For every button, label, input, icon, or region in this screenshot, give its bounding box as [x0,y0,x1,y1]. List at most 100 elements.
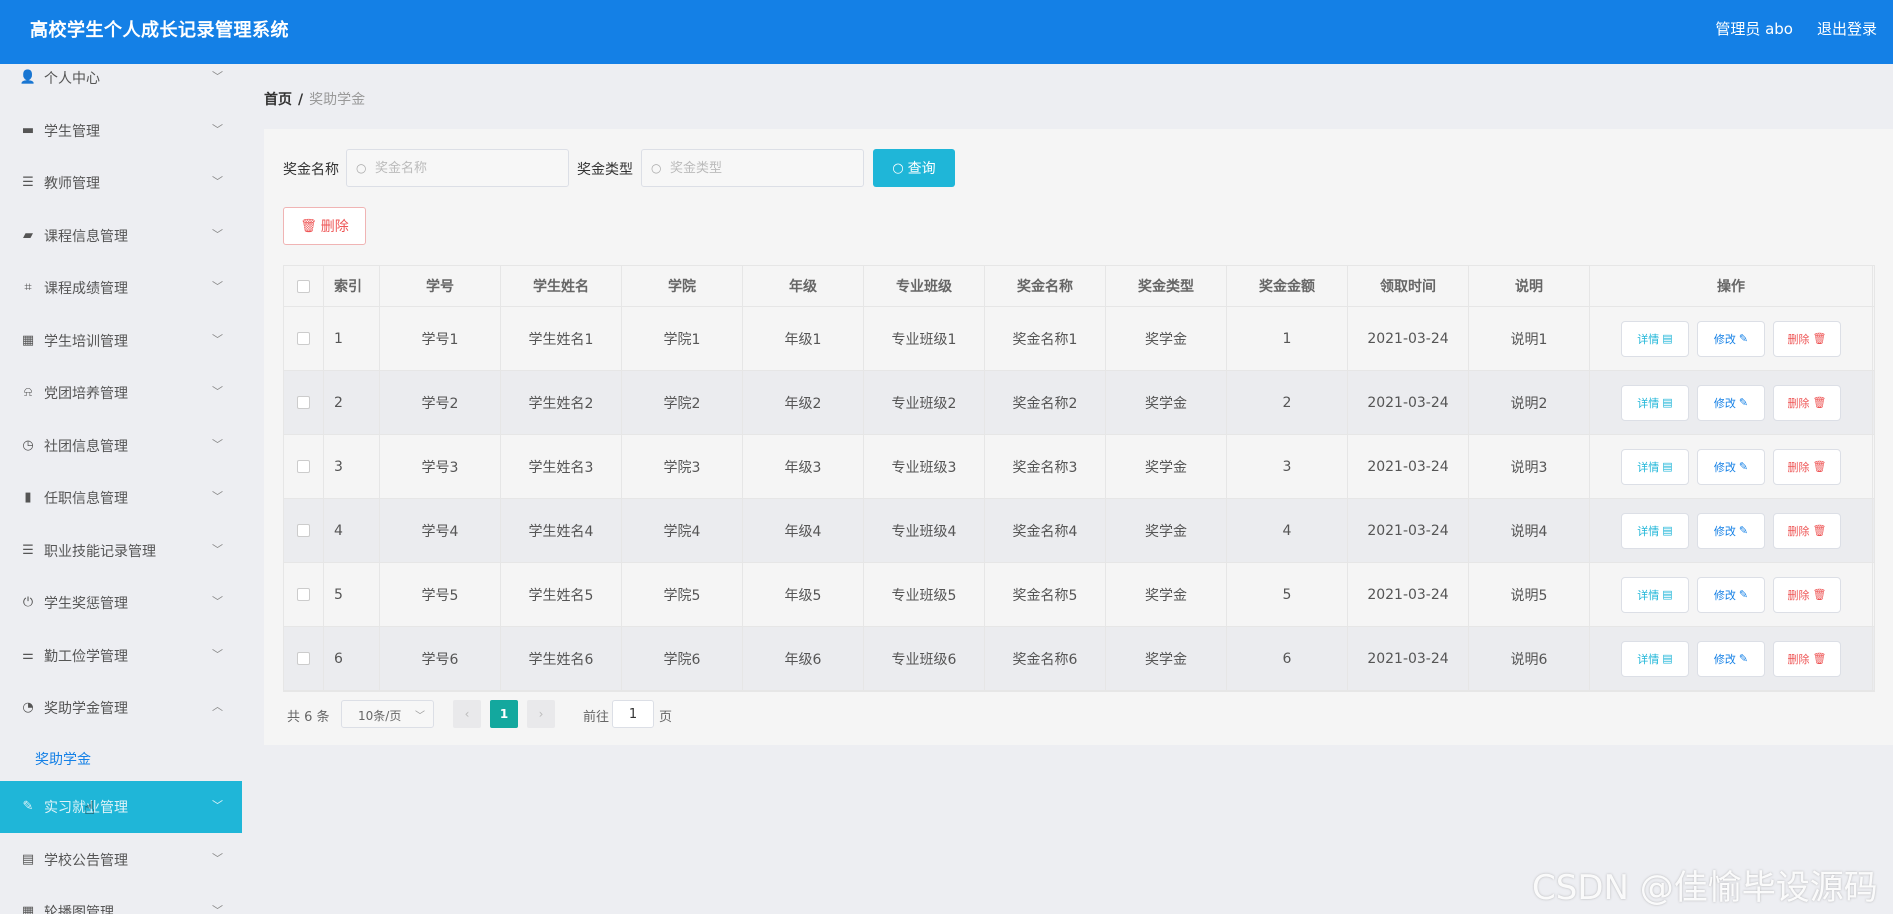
edit-button[interactable]: 修改 ✎ [1697,640,1765,677]
sidebar-item[interactable]: ▦ 轮播图管理 ﹀ [0,886,242,914]
sidebar-item-label: 勤工俭学管理 [44,649,128,665]
table-cell: 说明2 [1510,395,1548,412]
row-checkbox[interactable] [297,460,310,473]
detail-button[interactable]: 详情 ▤ [1621,512,1689,549]
document-icon: ▤ [1662,396,1673,409]
bonus-type-field[interactable]: ○ [641,149,864,187]
sidebar-item[interactable]: ⚌ 勤工俭学管理 ﹀ [0,630,242,682]
sidebar-item[interactable]: ◔ 奖助学金管理 ︿ [0,682,242,734]
table-cell: 年级1 [784,331,822,348]
batch-delete-label: 删除 [320,219,349,235]
sidebar-subitem-scholarship[interactable]: 奖助学金 [0,735,242,781]
delete-button[interactable]: 删除 🗑 [1773,384,1841,421]
table-cell: 专业班级5 [891,587,957,604]
column-header: 索引 [334,279,362,295]
detail-button[interactable]: 详情 ▤ [1621,576,1689,613]
trash-icon: 🗑 [1812,396,1827,409]
wallet-icon: ▤ [21,851,35,867]
table-cell: 年级2 [784,395,822,412]
logout-link[interactable]: 退出登录 [1817,18,1877,39]
page-size-select[interactable]: 10条/页 ﹀ [341,700,434,728]
watermark: CSDN @佳愉毕设源码 [1532,868,1878,908]
table-cell: 1 [1282,330,1292,347]
sidebar-item[interactable]: ▮ 任职信息管理 ﹀ [0,472,242,524]
table-cell: 3 [334,458,343,475]
query-button-label: 查询 [907,161,936,177]
sidebar-item[interactable]: ☰ 教师管理 ﹀ [0,157,242,209]
detail-button[interactable]: 详情 ▤ [1621,448,1689,485]
delete-label: 删除 [1787,396,1810,410]
edit-button[interactable]: 修改 ✎ [1697,448,1765,485]
table-cell: 学号1 [421,331,459,348]
table-cell: 2 [1282,394,1292,411]
detail-label: 详情 [1637,588,1660,602]
page-1-button[interactable]: 1 [490,700,518,728]
edit-button[interactable]: 修改 ✎ [1697,576,1765,613]
table-cell: 学院3 [663,459,701,476]
delete-button[interactable]: 删除 🗑 [1773,640,1841,677]
table-cell: 2021-03-24 [1367,586,1449,603]
sidebar-item[interactable]: ▰ 课程信息管理 ﹀ [0,210,242,262]
detail-button[interactable]: 详情 ▤ [1621,640,1689,677]
table-cell: 学院2 [663,395,701,412]
bonus-name-input[interactable] [375,158,555,178]
table-cell: 学院1 [663,331,701,348]
pencil-icon: ✎ [1738,652,1749,665]
query-button[interactable]: ○ 查询 [873,149,955,187]
table-cell: 学号4 [421,523,459,540]
sidebar-item[interactable]: ▤ 学校公告管理 ﹀ [0,834,242,886]
prev-page-button[interactable]: ‹ [453,700,481,728]
row-checkbox[interactable] [297,524,310,537]
edit-button[interactable]: 修改 ✎ [1697,320,1765,357]
trash-icon: 🗑 [1812,588,1827,601]
chevron-icon: ﹀ [212,280,223,293]
detail-button[interactable]: 详情 ▤ [1621,384,1689,421]
chevron-icon: ﹀ [212,852,223,865]
goto-label: 前往 [583,710,610,725]
chevron-icon: ﹀ [212,175,223,188]
delete-button[interactable]: 删除 🗑 [1773,576,1841,613]
document-icon: ▤ [1662,652,1673,665]
table-cell: 学生姓名4 [528,523,594,540]
edit-label: 修改 [1713,332,1736,346]
sidebar-item-label: 奖助学金管理 [44,701,128,717]
row-checkbox[interactable] [297,652,310,665]
sidebar-item[interactable]: ▦ 学生培训管理 ﹀ [0,315,242,367]
row-checkbox[interactable] [297,588,310,601]
sidebar-item[interactable]: ⍾ 党团培养管理 ﹀ [0,367,242,419]
bonus-name-field[interactable]: ○ [346,149,569,187]
detail-button[interactable]: 详情 ▤ [1621,320,1689,357]
delete-label: 删除 [1787,588,1810,602]
bonus-type-input[interactable] [670,158,850,178]
select-all-checkbox[interactable] [297,279,310,293]
row-checkbox[interactable] [297,396,310,409]
pencil-icon: ✎ [1738,396,1749,409]
sidebar-item[interactable]: 👤 个人中心 ﹀ [0,64,242,104]
table-row: 5 学号5 学生姓名5 学院5 年级5 专业班级5 奖金名称5 奖学金 5 2021-03-24 说… [284,563,1874,627]
goto-page-input[interactable]: 1 [612,700,654,728]
delete-button[interactable]: 删除 🗑 [1773,448,1841,485]
chevron-down-icon: ﹀ [415,711,425,722]
breadcrumb-home[interactable]: 首页 [264,92,292,108]
next-page-button[interactable]: › [527,700,555,728]
sidebar-item[interactable]: ◷ 社团信息管理 ﹀ [0,420,242,472]
pen-icon: ✎ [22,798,34,814]
sidebar-item[interactable]: ⏻ 学生奖惩管理 ﹀ [0,577,242,629]
delete-button[interactable]: 删除 🗑 [1773,512,1841,549]
row-checkbox[interactable] [297,332,310,345]
edit-label: 修改 [1713,396,1736,410]
delete-button[interactable]: 删除 🗑 [1773,320,1841,357]
trash-icon: 🗑 [1812,332,1827,345]
sidebar-item[interactable]: ✎ 实习就业管理 ﹀ [0,781,242,833]
batch-delete-button[interactable]: 🗑 删除 [283,207,366,245]
table-cell: 学生姓名3 [528,459,594,476]
table-cell: 奖学金 [1145,651,1187,668]
edit-button[interactable]: 修改 ✎ [1697,384,1765,421]
edit-button[interactable]: 修改 ✎ [1697,512,1765,549]
sidebar-item[interactable]: ⌗ 课程成绩管理 ﹀ [0,262,242,314]
sidebar-item[interactable]: ▬ 学生管理 ﹀ [0,105,242,157]
detail-label: 详情 [1637,332,1660,346]
sidebar-item[interactable]: ☰ 职业技能记录管理 ﹀ [0,525,242,577]
table-cell: 4 [334,522,343,539]
chevron-icon: ﹀ [212,799,223,812]
